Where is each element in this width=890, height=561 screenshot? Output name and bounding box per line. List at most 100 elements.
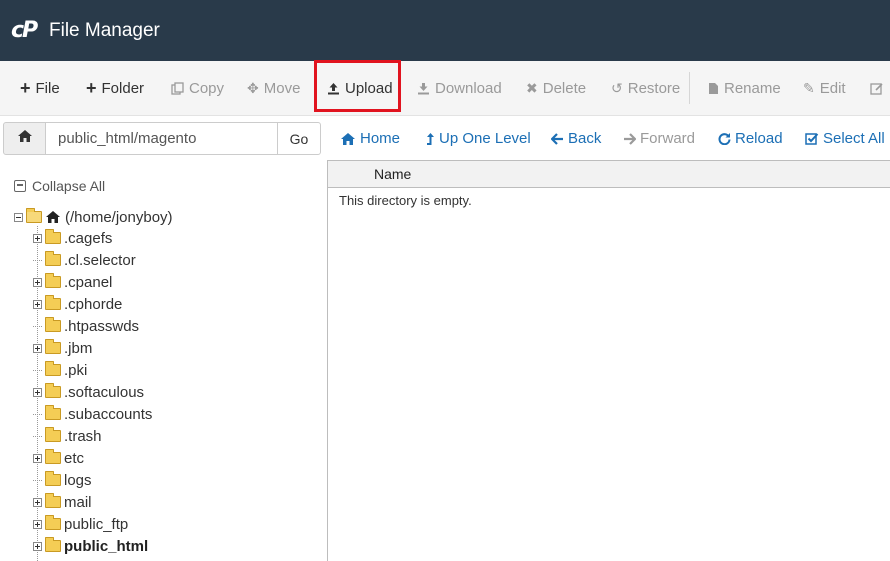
- folder-icon: [45, 471, 61, 486]
- download-button[interactable]: Download: [417, 61, 502, 116]
- folder-icon: [45, 537, 61, 552]
- tree-item-cpanel[interactable]: .cpanel: [33, 271, 112, 293]
- tree-item-trash[interactable]: .trash: [33, 425, 102, 447]
- tree-item-softaculous[interactable]: .softaculous: [33, 381, 144, 403]
- plus-icon[interactable]: [33, 343, 42, 353]
- tree-item-etc[interactable]: etc: [33, 447, 84, 469]
- tree-root-label: (/home/jonyboy): [65, 208, 173, 226]
- tree-item-label: public_ftp: [64, 515, 129, 533]
- tree-item-label: .subaccounts: [64, 405, 153, 423]
- folder-icon: [45, 273, 61, 288]
- minus-icon[interactable]: [14, 212, 23, 222]
- plus-icon: +: [86, 78, 97, 98]
- tree-item-htpasswds[interactable]: .htpasswds: [33, 315, 139, 337]
- home-icon: [17, 129, 33, 148]
- tree-item-cagefs[interactable]: .cagefs: [33, 227, 112, 249]
- tree-item-label: .htpasswds: [64, 317, 140, 335]
- tree-item-label: .cagefs: [64, 229, 113, 247]
- folder-icon: [45, 515, 61, 530]
- go-button[interactable]: Go: [277, 122, 321, 155]
- tree-item-label: .softaculous: [64, 383, 145, 401]
- plus-icon[interactable]: [33, 541, 42, 551]
- app-header: cP File Manager: [0, 0, 890, 61]
- move-button[interactable]: ✥ Move: [247, 61, 300, 116]
- back-label: Back: [568, 130, 602, 147]
- plus-icon[interactable]: [33, 233, 42, 243]
- up-one-level-label: Up One Level: [439, 130, 531, 147]
- move-icon: ✥: [247, 80, 259, 96]
- collapse-icon: [14, 180, 26, 192]
- more-edit-button[interactable]: [870, 61, 889, 116]
- upload-highlight-box: [314, 60, 401, 112]
- pane-divider[interactable]: [327, 160, 328, 561]
- delete-button[interactable]: ✖ Delete: [526, 61, 586, 116]
- rename-label: Rename: [724, 80, 781, 97]
- restore-button[interactable]: ↺ Restore: [611, 61, 680, 116]
- rename-button[interactable]: Rename: [708, 61, 781, 116]
- close-icon: ✖: [526, 80, 538, 96]
- toolbar-divider: [689, 72, 690, 104]
- folder-icon: [45, 295, 61, 310]
- page-title: File Manager: [49, 19, 160, 41]
- path-input[interactable]: [45, 122, 278, 155]
- new-folder-label: Folder: [101, 80, 145, 97]
- new-folder-button[interactable]: + Folder: [86, 61, 144, 116]
- tree-item-cphorde[interactable]: .cphorde: [33, 293, 122, 315]
- tree-item-mail[interactable]: mail: [33, 491, 92, 513]
- file-list-header: Name: [328, 160, 890, 188]
- tree-item-label: .jbm: [64, 339, 93, 357]
- home-icon: [45, 210, 61, 224]
- empty-directory-message: This directory is empty.: [339, 193, 472, 208]
- home-link-label: Home: [360, 130, 401, 147]
- collapse-all-button[interactable]: Collapse All: [14, 176, 105, 196]
- folder-icon: [45, 383, 61, 398]
- home-icon: [340, 132, 356, 146]
- path-home-button[interactable]: [3, 122, 46, 155]
- tree-item-label: .cphorde: [64, 295, 123, 313]
- delete-label: Delete: [542, 80, 587, 97]
- folder-icon: [45, 427, 61, 442]
- new-file-button[interactable]: + File: [20, 61, 60, 116]
- home-link[interactable]: Home: [340, 122, 400, 155]
- reload-link[interactable]: Reload: [718, 122, 783, 155]
- plus-icon[interactable]: [33, 519, 42, 529]
- tree-item-label: .cl.selector: [64, 251, 136, 269]
- level-up-icon: [426, 132, 435, 146]
- tree-item-subaccounts[interactable]: .subaccounts: [33, 403, 152, 425]
- tree-item-label: .pki: [64, 361, 88, 379]
- tree-item-cl-selector[interactable]: .cl.selector: [33, 249, 136, 271]
- plus-icon[interactable]: [33, 387, 42, 397]
- refresh-icon: [718, 132, 731, 145]
- tree-item-public-ftp[interactable]: public_ftp: [33, 513, 128, 535]
- tree-connector: [33, 259, 42, 261]
- tree-item-public-html[interactable]: public_html: [33, 535, 148, 557]
- edit-button[interactable]: ✎ Edit: [803, 61, 846, 116]
- up-one-level-link[interactable]: Up One Level: [426, 122, 531, 155]
- tree-item-label: logs: [64, 471, 92, 489]
- tree-item-pki[interactable]: .pki: [33, 359, 87, 381]
- plus-icon[interactable]: [33, 299, 42, 309]
- back-link[interactable]: Back: [551, 122, 601, 155]
- cpanel-logo: cP: [11, 18, 38, 43]
- forward-link[interactable]: Forward: [623, 122, 695, 155]
- tree-root-item[interactable]: (/home/jonyboy): [14, 206, 173, 228]
- folder-open-icon: [26, 208, 42, 223]
- tree-item-jbm[interactable]: .jbm: [33, 337, 92, 359]
- tree-connector: [33, 435, 42, 437]
- folder-icon: [45, 449, 61, 464]
- move-label: Move: [263, 80, 301, 97]
- collapse-all-label: Collapse All: [32, 178, 106, 194]
- copy-icon: [171, 82, 184, 95]
- folder-icon: [45, 251, 61, 266]
- folder-icon: [45, 229, 61, 244]
- column-header-name[interactable]: Name: [374, 166, 411, 182]
- tree-item-logs[interactable]: logs: [33, 469, 92, 491]
- select-all-link[interactable]: Select All: [805, 122, 885, 155]
- plus-icon[interactable]: [33, 497, 42, 507]
- folder-icon: [45, 405, 61, 420]
- plus-icon[interactable]: [33, 277, 42, 287]
- folder-icon: [45, 317, 61, 332]
- plus-icon[interactable]: [33, 453, 42, 463]
- copy-button[interactable]: Copy: [171, 61, 224, 116]
- download-label: Download: [435, 80, 502, 97]
